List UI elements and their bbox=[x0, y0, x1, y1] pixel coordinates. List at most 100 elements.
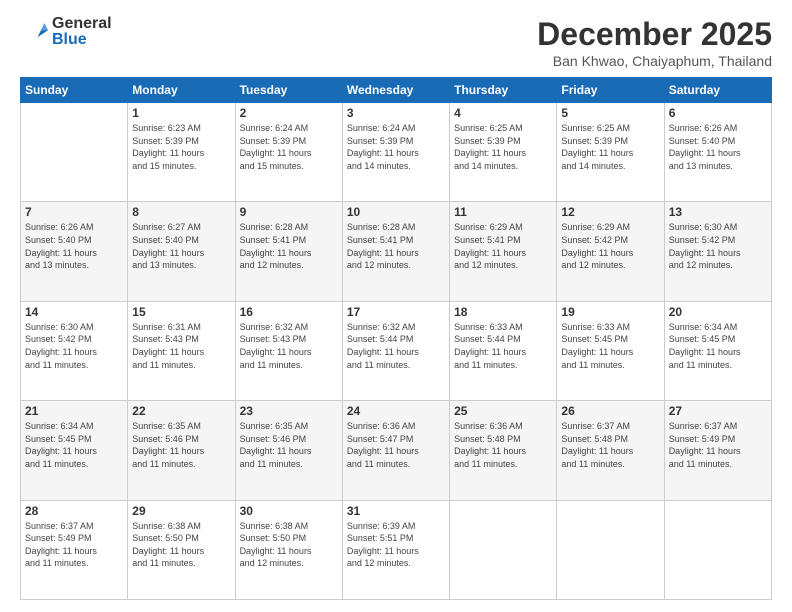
day-number: 2 bbox=[240, 106, 338, 120]
cell-info: Sunrise: 6:25 AM Sunset: 5:39 PM Dayligh… bbox=[561, 122, 659, 172]
calendar-cell: 29 Sunrise: 6:38 AM Sunset: 5:50 PM Dayli… bbox=[128, 500, 235, 599]
day-number: 6 bbox=[669, 106, 767, 120]
calendar-cell: 10Sunrise: 6:28 AM Sunset: 5:41 PM Dayli… bbox=[342, 202, 449, 301]
calendar-cell: 27Sunrise: 6:37 AM Sunset: 5:49 PM Dayli… bbox=[664, 401, 771, 500]
location-subtitle: Ban Khwao, Chaiyaphum, Thailand bbox=[537, 53, 772, 69]
cell-info: Sunrise: 6:39 AM Sunset: 5:51 PM Dayligh… bbox=[347, 520, 445, 570]
cell-info: Sunrise: 6:28 AM Sunset: 5:41 PM Dayligh… bbox=[240, 221, 338, 271]
cell-info: Sunrise: 6:33 AM Sunset: 5:44 PM Dayligh… bbox=[454, 321, 552, 371]
day-number: 7 bbox=[25, 205, 123, 219]
cell-info: Sunrise: 6:36 AM Sunset: 5:47 PM Dayligh… bbox=[347, 420, 445, 470]
cell-info: Sunrise: 6:24 AM Sunset: 5:39 PM Dayligh… bbox=[240, 122, 338, 172]
day-number: 8 bbox=[132, 205, 230, 219]
calendar-cell bbox=[664, 500, 771, 599]
cell-info: Sunrise: 6:30 AM Sunset: 5:42 PM Dayligh… bbox=[669, 221, 767, 271]
calendar-cell: 12Sunrise: 6:29 AM Sunset: 5:42 PM Dayli… bbox=[557, 202, 664, 301]
calendar-cell: 4Sunrise: 6:25 AM Sunset: 5:39 PM Daylig… bbox=[450, 103, 557, 202]
weekday-header: Monday bbox=[128, 78, 235, 103]
cell-info: Sunrise: 6:34 AM Sunset: 5:45 PM Dayligh… bbox=[25, 420, 123, 470]
cell-info: Sunrise: 6:25 AM Sunset: 5:39 PM Dayligh… bbox=[454, 122, 552, 172]
day-number: 14 bbox=[25, 305, 123, 319]
cell-info: Sunrise: 6:29 AM Sunset: 5:42 PM Dayligh… bbox=[561, 221, 659, 271]
cell-info: Sunrise: 6:30 AM Sunset: 5:42 PM Dayligh… bbox=[25, 321, 123, 371]
calendar-week-row: 21 Sunrise: 6:34 AM Sunset: 5:45 PM Dayli… bbox=[21, 401, 772, 500]
cell-info: Sunrise: 6:38 AM Sunset: 5:50 PM Dayligh… bbox=[240, 520, 338, 570]
logo-icon bbox=[20, 18, 48, 46]
day-number: 19 bbox=[561, 305, 659, 319]
day-number: 31 bbox=[347, 504, 445, 518]
cell-info: Sunrise: 6:24 AM Sunset: 5:39 PM Dayligh… bbox=[347, 122, 445, 172]
calendar-cell: 26 Sunrise: 6:37 AM Sunset: 5:48 PM Dayli… bbox=[557, 401, 664, 500]
calendar-header-row: SundayMondayTuesdayWednesdayThursdayFrid… bbox=[21, 78, 772, 103]
calendar-cell: 7 Sunrise: 6:26 AM Sunset: 5:40 PM Daylig… bbox=[21, 202, 128, 301]
cell-info: Sunrise: 6:37 AM Sunset: 5:48 PM Dayligh… bbox=[561, 420, 659, 470]
calendar-cell bbox=[557, 500, 664, 599]
calendar-week-row: 7 Sunrise: 6:26 AM Sunset: 5:40 PM Daylig… bbox=[21, 202, 772, 301]
day-number: 28 bbox=[25, 504, 123, 518]
calendar-table: SundayMondayTuesdayWednesdayThursdayFrid… bbox=[20, 77, 772, 600]
calendar-cell: 13 Sunrise: 6:30 AM Sunset: 5:42 PM Dayli… bbox=[664, 202, 771, 301]
day-number: 26 bbox=[561, 404, 659, 418]
calendar-cell: 25 Sunrise: 6:36 AM Sunset: 5:48 PM Dayli… bbox=[450, 401, 557, 500]
calendar-cell: 5 Sunrise: 6:25 AM Sunset: 5:39 PM Daylig… bbox=[557, 103, 664, 202]
logo-general-text: General bbox=[52, 16, 112, 32]
day-number: 1 bbox=[132, 106, 230, 120]
cell-info: Sunrise: 6:38 AM Sunset: 5:50 PM Dayligh… bbox=[132, 520, 230, 570]
calendar-cell: 22Sunrise: 6:35 AM Sunset: 5:46 PM Dayli… bbox=[128, 401, 235, 500]
day-number: 21 bbox=[25, 404, 123, 418]
calendar-week-row: 14 Sunrise: 6:30 AM Sunset: 5:42 PM Dayli… bbox=[21, 301, 772, 400]
day-number: 5 bbox=[561, 106, 659, 120]
cell-info: Sunrise: 6:31 AM Sunset: 5:43 PM Dayligh… bbox=[132, 321, 230, 371]
cell-info: Sunrise: 6:36 AM Sunset: 5:48 PM Dayligh… bbox=[454, 420, 552, 470]
day-number: 29 bbox=[132, 504, 230, 518]
weekday-header: Thursday bbox=[450, 78, 557, 103]
cell-info: Sunrise: 6:35 AM Sunset: 5:46 PM Dayligh… bbox=[240, 420, 338, 470]
day-number: 9 bbox=[240, 205, 338, 219]
calendar-cell: 9 Sunrise: 6:28 AM Sunset: 5:41 PM Daylig… bbox=[235, 202, 342, 301]
cell-info: Sunrise: 6:37 AM Sunset: 5:49 PM Dayligh… bbox=[669, 420, 767, 470]
title-area: December 2025 Ban Khwao, Chaiyaphum, Tha… bbox=[537, 16, 772, 69]
weekday-header: Wednesday bbox=[342, 78, 449, 103]
calendar-cell bbox=[21, 103, 128, 202]
page: General Blue December 2025 Ban Khwao, Ch… bbox=[0, 0, 792, 612]
cell-info: Sunrise: 6:23 AM Sunset: 5:39 PM Dayligh… bbox=[132, 122, 230, 172]
calendar-cell: 31 Sunrise: 6:39 AM Sunset: 5:51 PM Dayli… bbox=[342, 500, 449, 599]
calendar-cell: 18Sunrise: 6:33 AM Sunset: 5:44 PM Dayli… bbox=[450, 301, 557, 400]
cell-info: Sunrise: 6:26 AM Sunset: 5:40 PM Dayligh… bbox=[669, 122, 767, 172]
calendar-cell bbox=[450, 500, 557, 599]
calendar-cell: 8Sunrise: 6:27 AM Sunset: 5:40 PM Daylig… bbox=[128, 202, 235, 301]
cell-info: Sunrise: 6:34 AM Sunset: 5:45 PM Dayligh… bbox=[669, 321, 767, 371]
logo-blue-text: Blue bbox=[52, 32, 112, 48]
calendar-cell: 23 Sunrise: 6:35 AM Sunset: 5:46 PM Dayli… bbox=[235, 401, 342, 500]
day-number: 25 bbox=[454, 404, 552, 418]
cell-info: Sunrise: 6:35 AM Sunset: 5:46 PM Dayligh… bbox=[132, 420, 230, 470]
logo: General Blue bbox=[20, 16, 112, 48]
cell-info: Sunrise: 6:32 AM Sunset: 5:44 PM Dayligh… bbox=[347, 321, 445, 371]
calendar-cell: 17Sunrise: 6:32 AM Sunset: 5:44 PM Dayli… bbox=[342, 301, 449, 400]
calendar-cell: 21 Sunrise: 6:34 AM Sunset: 5:45 PM Dayli… bbox=[21, 401, 128, 500]
day-number: 23 bbox=[240, 404, 338, 418]
calendar-cell: 3Sunrise: 6:24 AM Sunset: 5:39 PM Daylig… bbox=[342, 103, 449, 202]
day-number: 16 bbox=[240, 305, 338, 319]
cell-info: Sunrise: 6:32 AM Sunset: 5:43 PM Dayligh… bbox=[240, 321, 338, 371]
weekday-header: Saturday bbox=[664, 78, 771, 103]
weekday-header: Friday bbox=[557, 78, 664, 103]
calendar-week-row: 1 Sunrise: 6:23 AM Sunset: 5:39 PM Daylig… bbox=[21, 103, 772, 202]
calendar-cell: 28 Sunrise: 6:37 AM Sunset: 5:49 PM Dayli… bbox=[21, 500, 128, 599]
calendar-cell: 6 Sunrise: 6:26 AM Sunset: 5:40 PM Daylig… bbox=[664, 103, 771, 202]
cell-info: Sunrise: 6:33 AM Sunset: 5:45 PM Dayligh… bbox=[561, 321, 659, 371]
calendar-cell: 24Sunrise: 6:36 AM Sunset: 5:47 PM Dayli… bbox=[342, 401, 449, 500]
day-number: 20 bbox=[669, 305, 767, 319]
calendar-cell: 19 Sunrise: 6:33 AM Sunset: 5:45 PM Dayli… bbox=[557, 301, 664, 400]
header: General Blue December 2025 Ban Khwao, Ch… bbox=[20, 16, 772, 69]
cell-info: Sunrise: 6:37 AM Sunset: 5:49 PM Dayligh… bbox=[25, 520, 123, 570]
day-number: 30 bbox=[240, 504, 338, 518]
cell-info: Sunrise: 6:26 AM Sunset: 5:40 PM Dayligh… bbox=[25, 221, 123, 271]
calendar-cell: 20 Sunrise: 6:34 AM Sunset: 5:45 PM Dayli… bbox=[664, 301, 771, 400]
logo-text: General Blue bbox=[52, 16, 112, 48]
day-number: 11 bbox=[454, 205, 552, 219]
calendar-cell: 1 Sunrise: 6:23 AM Sunset: 5:39 PM Daylig… bbox=[128, 103, 235, 202]
weekday-header: Tuesday bbox=[235, 78, 342, 103]
day-number: 13 bbox=[669, 205, 767, 219]
calendar-cell: 30 Sunrise: 6:38 AM Sunset: 5:50 PM Dayli… bbox=[235, 500, 342, 599]
